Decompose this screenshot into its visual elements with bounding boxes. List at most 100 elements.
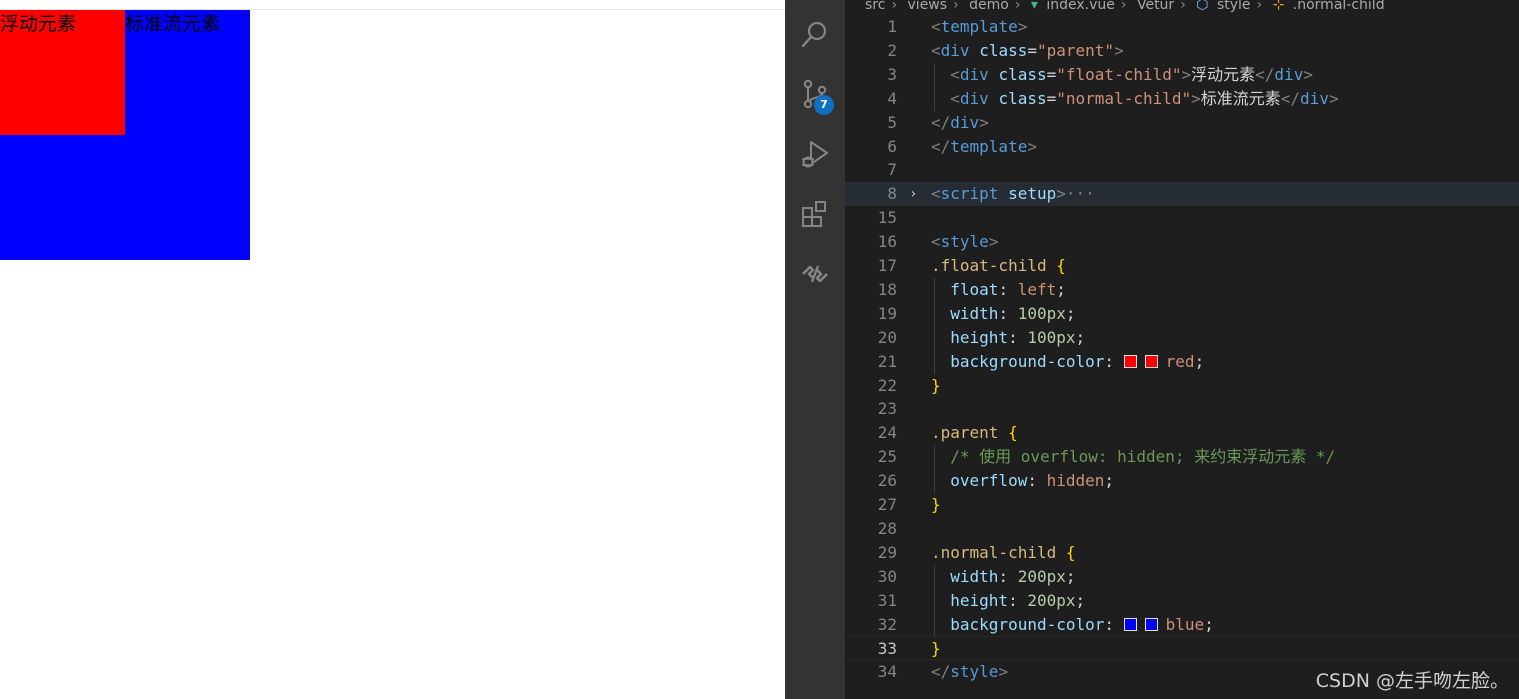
- code-text: </template>: [931, 135, 1037, 159]
- code-token: 200px: [1017, 566, 1066, 586]
- code-line[interactable]: 26 overflow: hidden;: [845, 469, 1519, 494]
- code-line[interactable]: 24 .parent {: [845, 421, 1519, 445]
- code-token: {: [1008, 423, 1018, 443]
- breadcrumb-item[interactable]: index.vue: [1046, 0, 1115, 13]
- code-line[interactable]: 8 › <script setup>···: [845, 182, 1519, 207]
- code-line[interactable]: 28: [845, 517, 1519, 541]
- code-token: >: [1114, 40, 1124, 60]
- code-token: <: [950, 64, 960, 84]
- code-line[interactable]: 22}: [845, 374, 1519, 398]
- line-number: 22: [877, 375, 897, 395]
- code-line[interactable]: 31 height: 200px;: [845, 588, 1519, 613]
- code-line[interactable]: 2 <div class="parent">: [845, 39, 1519, 63]
- color-swatch[interactable]: [1144, 354, 1158, 368]
- code-token: float: [950, 279, 999, 299]
- remote-icon[interactable]: [797, 256, 833, 292]
- code-token: <: [931, 232, 941, 252]
- code-token: red: [1165, 351, 1195, 371]
- line-number: 4: [887, 88, 897, 108]
- code-token: height: [950, 327, 1009, 347]
- code-token: =: [1046, 64, 1057, 84]
- code-token: ;: [1194, 351, 1205, 371]
- code-token: background-color: [950, 614, 1105, 634]
- code-token: .float-child: [931, 256, 1047, 275]
- code-text: <script setup>···: [931, 182, 1095, 206]
- code-line[interactable]: 18 float: left;: [845, 277, 1519, 302]
- code-token: =: [1027, 40, 1037, 60]
- breadcrumb-item[interactable]: demo: [969, 0, 1009, 13]
- code-line[interactable]: 16 <style>: [845, 230, 1519, 254]
- code-token: blue: [1165, 614, 1205, 634]
- code-token: >: [1027, 136, 1037, 156]
- code-token: div: [959, 64, 989, 84]
- code-token: ;: [1075, 590, 1086, 610]
- breadcrumb-item[interactable]: views: [908, 0, 948, 13]
- code-token: .parent: [931, 423, 999, 443]
- breadcrumb-item[interactable]: style: [1217, 0, 1251, 13]
- extensions-icon[interactable]: [797, 196, 833, 232]
- color-swatch[interactable]: [1123, 354, 1137, 368]
- code-text: height: 100px;: [931, 326, 1085, 350]
- code-area[interactable]: 1 <template> 2 <div class="parent"> 3 <div c…: [845, 15, 1519, 699]
- breadcrumb-item[interactable]: .normal-child: [1293, 0, 1385, 13]
- code-line[interactable]: 3 <div class="float-child">浮动元素</div>: [845, 62, 1519, 87]
- code-token: div: [940, 40, 970, 60]
- code-line[interactable]: 32 background-color: blue;: [845, 612, 1519, 637]
- line-number: 6: [887, 136, 897, 156]
- fold-chevron-icon[interactable]: ›: [909, 182, 917, 206]
- code-line[interactable]: 6 </template>: [845, 135, 1519, 159]
- line-number: 29: [877, 542, 897, 562]
- code-text: }: [931, 637, 941, 661]
- color-swatch[interactable]: [1123, 617, 1137, 631]
- code-line[interactable]: 30 width: 200px;: [845, 564, 1519, 589]
- code-text: <template>: [931, 15, 1027, 39]
- code-text: .float-child {: [931, 254, 1066, 278]
- code-line[interactable]: 20 height: 100px;: [845, 325, 1519, 350]
- cube-icon: ⬡: [1196, 0, 1209, 13]
- code-token: </: [1255, 64, 1275, 84]
- code-token: overflow: [950, 471, 1028, 491]
- code-token: :: [1104, 614, 1124, 634]
- code-line[interactable]: 29 .normal-child {: [845, 541, 1519, 565]
- code-token: :: [1008, 327, 1028, 347]
- code-token: <: [931, 17, 941, 36]
- code-line[interactable]: 33}: [845, 636, 1519, 661]
- code-token: :: [998, 566, 1018, 586]
- color-swatch[interactable]: [1144, 617, 1158, 631]
- code-line[interactable]: 5 </div>: [845, 111, 1519, 135]
- search-icon[interactable]: [797, 16, 833, 52]
- code-token: }: [931, 375, 941, 395]
- code-line[interactable]: 1 <template>: [845, 15, 1519, 39]
- code-text: }: [931, 374, 941, 398]
- code-token: setup: [1008, 184, 1057, 204]
- code-token: >: [988, 232, 999, 252]
- code-token: 100px: [1017, 303, 1066, 323]
- code-token: <: [950, 88, 960, 108]
- line-number: 26: [877, 471, 897, 491]
- code-token: {: [1065, 542, 1076, 562]
- code-line[interactable]: 21 background-color: red;: [845, 349, 1519, 374]
- code-token: >: [1017, 17, 1028, 36]
- browser-preview: 浮动元素 标准流元素: [0, 0, 785, 699]
- code-line[interactable]: 19 width: 100px;: [845, 301, 1519, 326]
- code-line[interactable]: 23: [845, 397, 1519, 421]
- run-debug-icon[interactable]: [797, 136, 833, 172]
- code-token: div: [1274, 64, 1304, 84]
- code-line[interactable]: 7: [845, 158, 1519, 182]
- code-line[interactable]: 25 /* 使用 overflow: hidden; 来约束浮动元素 */: [845, 445, 1519, 470]
- code-line[interactable]: 4 <div class="normal-child">标准流元素</div>: [845, 86, 1519, 111]
- breadcrumb-item[interactable]: Vetur: [1137, 0, 1174, 13]
- breadcrumb-item[interactable]: src: [865, 0, 885, 13]
- line-number: 27: [877, 495, 897, 514]
- vue-file-icon: ▾: [1030, 0, 1038, 13]
- code-line[interactable]: 15: [845, 206, 1519, 230]
- code-text: float: left;: [931, 278, 1066, 302]
- code-line[interactable]: 27}: [845, 493, 1519, 517]
- code-token: template: [940, 17, 1018, 36]
- code-line[interactable]: 17 .float-child {: [845, 254, 1519, 278]
